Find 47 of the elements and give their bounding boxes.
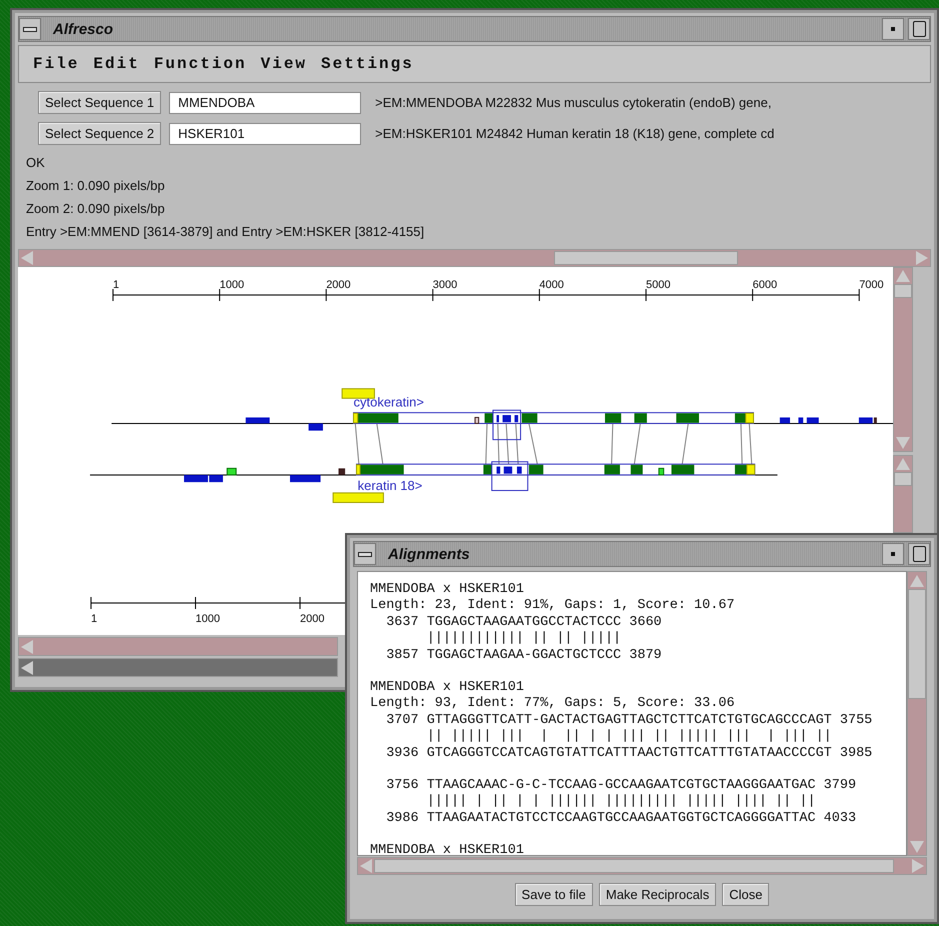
alignment-header: MMENDOBA x HSKER101 xyxy=(370,843,525,855)
alignment-stats: Length: 93, Ident: 77%, Gaps: 5, Score: 33.06 xyxy=(370,696,736,713)
alignment-stats: Length: 23, Ident: 91%, Gaps: 1, Score: 10.67 xyxy=(370,598,736,615)
sequence-description: >EM:HSKER101 M24842 Human keratin 18 (K18) gene, complete cd xyxy=(375,126,774,141)
status-line: Zoom 1: 0.090 pixels/bp xyxy=(26,177,166,195)
select-sequence-button[interactable]: Select Sequence 2 xyxy=(38,122,162,145)
menu-item[interactable]: View xyxy=(260,55,308,73)
sequence-field[interactable]: HSKER101 xyxy=(169,122,362,144)
menu-item[interactable]: Edit xyxy=(93,55,140,73)
dialog-button[interactable]: Save to file xyxy=(514,883,593,906)
status-line: Entry >EM:MMEND [3614-3879] and Entry >EM:HSKER [3812-4155] xyxy=(26,223,426,241)
feature-label: keratin 18> xyxy=(358,478,422,493)
ruler-label: 1 xyxy=(113,279,120,291)
match-line: ||||| | || | | |||||| ||||||||| ||||| |||| || || xyxy=(426,794,817,811)
menu-item[interactable]: File xyxy=(33,55,80,73)
sequence-line: 3986 TTAAGAATACTGTCCTCCAAGTGCCAAGAATGGTGCTCAGGGGATTAC 4033 xyxy=(385,810,858,828)
ruler-label: 6000 xyxy=(752,279,778,291)
select-sequence-button[interactable]: Select Sequence 1 xyxy=(38,91,162,114)
sequence-line: 3857 TGGAGCTAAGAA-GGACTGCTCCC 3879 xyxy=(385,648,663,664)
match-line: || ||||| ||| | || | | ||| || ||||| ||| | ||| || xyxy=(426,729,833,746)
window-title: Alignments xyxy=(388,546,470,562)
sequence-line: 3936 GTCAGGGTCCATCAGTGTATTCATTTAACTGTTCATTTGTATAACCCCGT 3985 xyxy=(385,746,874,762)
ruler-label: 1 xyxy=(91,613,98,625)
ruler-label: 3000 xyxy=(432,279,458,291)
ruler-label: 7000 xyxy=(859,279,884,291)
ruler-label: 1000 xyxy=(220,279,244,291)
sequence-field[interactable]: MMENDOBA xyxy=(169,92,362,114)
menu-item[interactable]: Function xyxy=(154,55,247,73)
sequence-line: 3707 GTTAGGGTTCATT-GACTACTGAGTTAGCTCTTCATCTGTGCAGCCCAGT 3755 xyxy=(385,712,874,729)
ruler-label: 1000 xyxy=(196,613,220,625)
status-line: OK xyxy=(26,154,46,172)
ruler-label: 5000 xyxy=(646,279,670,291)
ruler-label: 2000 xyxy=(300,613,324,625)
feature-label: cytokeratin> xyxy=(353,394,424,410)
sequence-line: 3756 TTAAGCAAAC-G-C-TCCAAG-GCCAAGAATCGTGCTAAGGGAATGAC 3799 xyxy=(385,778,858,794)
ruler-label: 4000 xyxy=(539,279,564,291)
sequence-line: 3637 TGGAGCTAAGAATGGCCTACTCCC 3660 xyxy=(385,614,663,631)
alignment-header: MMENDOBA x HSKER101 xyxy=(370,680,525,696)
menu-item[interactable]: Settings xyxy=(321,55,414,73)
dialog-button[interactable]: Close xyxy=(722,883,770,906)
sequence-description: >EM:MMENDOBA M22832 Mus musculus cytokeratin (endoB) gene, xyxy=(375,95,772,110)
alignment-header: MMENDOBA x HSKER101 xyxy=(370,582,525,598)
window-title: Alfresco xyxy=(53,20,114,38)
dialog-button[interactable]: Make Reciprocals xyxy=(598,883,716,906)
ruler-label: 2000 xyxy=(326,279,351,291)
match-line: |||||||||||| || || ||||| xyxy=(426,631,622,648)
status-line: Zoom 2: 0.090 pixels/bp xyxy=(26,200,166,218)
